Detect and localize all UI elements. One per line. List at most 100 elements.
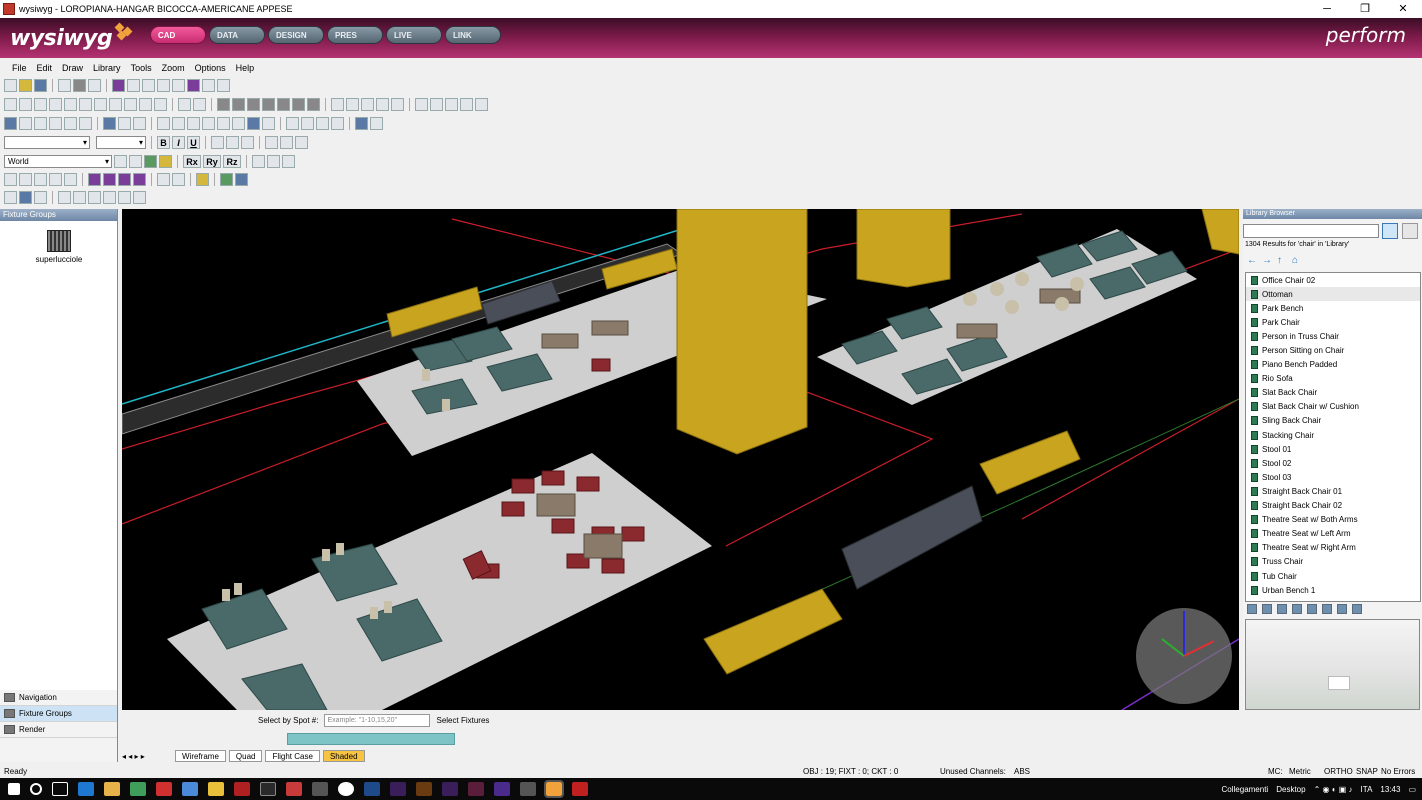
polyline-icon[interactable] [34,98,47,111]
camera-target-icon[interactable] [430,98,443,111]
library-search-button[interactable] [1382,223,1398,239]
maximize-button[interactable]: ❐ [1346,0,1384,18]
forward-icon[interactable]: → [1262,255,1273,266]
app-purple-icon[interactable] [494,782,510,796]
app-red-icon[interactable] [156,782,172,796]
notifications-icon[interactable]: ▭ [1408,785,1416,794]
tab-quad[interactable]: Quad [228,750,263,762]
print-preview-icon[interactable] [58,79,71,92]
sphere-icon[interactable] [277,98,290,111]
library-item[interactable]: Ottoman [1246,287,1420,302]
redo-icon[interactable] [202,79,215,92]
distribute-v-icon[interactable] [73,191,86,204]
library-options-button[interactable] [1402,223,1418,239]
snap-tangent-icon[interactable] [262,117,275,130]
grid-toggle-icon[interactable] [370,117,383,130]
space-h-icon[interactable] [88,191,101,204]
spline-icon[interactable] [79,98,92,111]
point-icon[interactable] [4,98,17,111]
nav-navigation[interactable]: Navigation [0,690,117,706]
tray-icons[interactable]: ⌃ ◉ ◐ ▣ ♪ [1314,785,1353,794]
fixture-group-item[interactable]: superlucciole [30,230,88,264]
undo-icon[interactable] [187,79,200,92]
focus-fixture-icon[interactable] [172,173,185,186]
library-item[interactable]: Stacking Chair [1246,428,1420,442]
library-item[interactable]: Theatre Seat w/ Left Arm [1246,527,1420,541]
constrain-none-icon[interactable] [286,117,299,130]
same-height-icon[interactable] [133,191,146,204]
rotate-line-icon[interactable] [64,98,77,111]
library-item[interactable]: Stool 02 [1246,456,1420,470]
tab-pres[interactable]: PRES [327,26,383,44]
polygon-icon[interactable] [154,98,167,111]
start-icon[interactable] [8,783,20,795]
view-front-icon[interactable] [34,117,47,130]
store-icon[interactable] [130,782,146,796]
timeline-bar[interactable] [287,733,455,745]
rotate-z-button[interactable]: Rz [223,155,241,168]
properties-icon[interactable] [112,79,125,92]
box-icon[interactable] [232,98,245,111]
menu-zoom[interactable]: Zoom [162,61,185,75]
rotate-y-button[interactable]: Ry [203,155,221,168]
library-item[interactable]: Tub Chair [1246,569,1420,583]
chrome-icon[interactable] [208,782,224,796]
align-center-icon[interactable] [226,136,239,149]
clock[interactable]: 13:43 [1380,785,1400,794]
new-file-icon[interactable] [4,79,17,92]
tab-flight-case[interactable]: Flight Case [265,750,320,762]
lib-tool-3-icon[interactable] [1277,604,1287,614]
pan-hand-icon[interactable] [64,173,77,186]
hoist-icon[interactable] [361,98,374,111]
snap-center-icon[interactable] [202,117,215,130]
3d-viewport[interactable] [122,209,1239,710]
zoom-window-icon[interactable] [4,173,17,186]
tab-live[interactable]: LIVE [386,26,442,44]
underline-button[interactable]: U [187,136,200,149]
snap-mid-icon[interactable] [187,117,200,130]
view-side-icon[interactable] [49,117,62,130]
after-effects-icon[interactable] [390,782,406,796]
render-mode-icon[interactable] [355,117,368,130]
truss-icon[interactable] [331,98,344,111]
app-window-icon[interactable] [520,782,536,796]
search-icon[interactable] [30,783,42,795]
extrude-icon[interactable] [217,98,230,111]
links-toolbar[interactable]: Collegamenti [1222,785,1269,794]
delete-icon[interactable] [172,79,185,92]
lib-tool-8-icon[interactable] [1352,604,1362,614]
menu-file[interactable]: File [12,61,27,75]
app-grey-icon[interactable] [312,782,328,796]
tab-cad[interactable]: CAD [150,26,206,44]
layer-move-icon[interactable] [159,155,172,168]
italic-button[interactable]: I [172,136,185,149]
layer-visible-icon[interactable] [144,155,157,168]
library-item[interactable]: Park Bench [1246,301,1420,315]
library-item[interactable]: Piano Bench Padded [1246,358,1420,372]
multiline-icon[interactable] [49,98,62,111]
lib-tool-2-icon[interactable] [1262,604,1272,614]
text-icon[interactable] [178,98,191,111]
fixture-1-icon[interactable] [88,173,101,186]
zoom-in-icon[interactable] [19,173,32,186]
space-v-icon[interactable] [103,191,116,204]
mirror-y-icon[interactable] [267,155,280,168]
lib-tool-1-icon[interactable] [1247,604,1257,614]
home-icon[interactable]: ⌂ [1292,255,1303,266]
up-icon[interactable]: ↑ [1277,255,1288,266]
app-dark-icon[interactable] [260,782,276,796]
copy-icon[interactable] [142,79,155,92]
font-combo[interactable] [4,136,90,149]
refresh-view-icon[interactable] [220,173,233,186]
menu-options[interactable]: Options [195,61,226,75]
library-item[interactable]: Rio Sofa [1246,372,1420,386]
library-item[interactable]: Person Sitting on Chair [1246,343,1420,357]
library-item[interactable]: Stool 01 [1246,442,1420,456]
layer-select[interactable]: World [4,155,112,168]
wedge-icon[interactable] [292,98,305,111]
mirror-x-icon[interactable] [252,155,265,168]
tab-data[interactable]: DATA [209,26,265,44]
edge-icon[interactable] [78,782,94,796]
library-item[interactable]: Slat Back Chair [1246,386,1420,400]
lib-tool-4-icon[interactable] [1292,604,1302,614]
